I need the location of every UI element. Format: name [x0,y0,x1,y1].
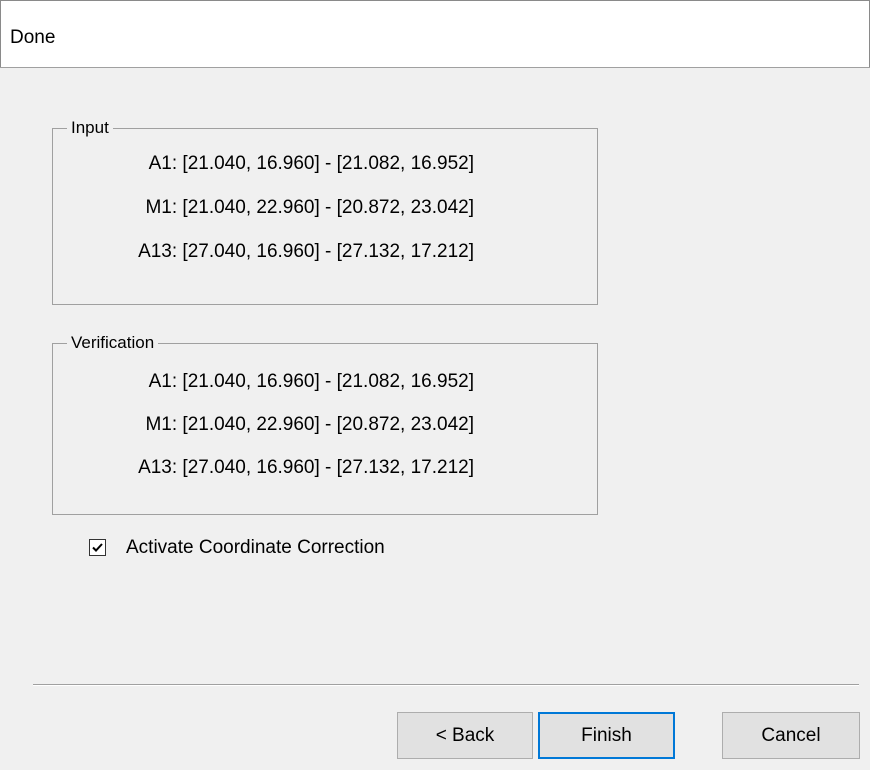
wizard-header: Done [0,0,870,67]
checkmark-icon [92,543,103,552]
input-groupbox: Input A1: [21.040, 16.960] - [21.082, 16… [52,117,598,305]
verification-line-a13: A13: [27.040, 16.960] - [27.132, 17.212] [138,457,474,478]
cancel-button[interactable]: Cancel [722,712,860,759]
input-line-a1: A1: [21.040, 16.960] - [21.082, 16.952] [148,153,474,174]
verification-groupbox: Verification A1: [21.040, 16.960] - [21.… [52,332,598,515]
verification-coordinates: A1: [21.040, 16.960] - [21.082, 16.952] … [53,344,474,514]
back-button[interactable]: < Back [397,712,533,759]
page-title: Done [10,27,56,48]
finish-button[interactable]: Finish [538,712,675,759]
input-line-a13: A13: [27.040, 16.960] - [27.132, 17.212] [138,241,474,262]
input-line-m1: M1: [21.040, 22.960] - [20.872, 23.042] [145,197,474,218]
footer-divider-highlight [33,685,859,686]
input-coordinates: A1: [21.040, 16.960] - [21.082, 16.952] … [53,129,474,304]
coordinate-correction-checkbox[interactable] [89,539,106,556]
verification-line-m1: M1: [21.040, 22.960] - [20.872, 23.042] [145,414,474,435]
coordinate-correction-label[interactable]: Activate Coordinate Correction [126,537,385,559]
header-divider [0,67,870,68]
verification-line-a1: A1: [21.040, 16.960] - [21.082, 16.952] [148,371,474,392]
